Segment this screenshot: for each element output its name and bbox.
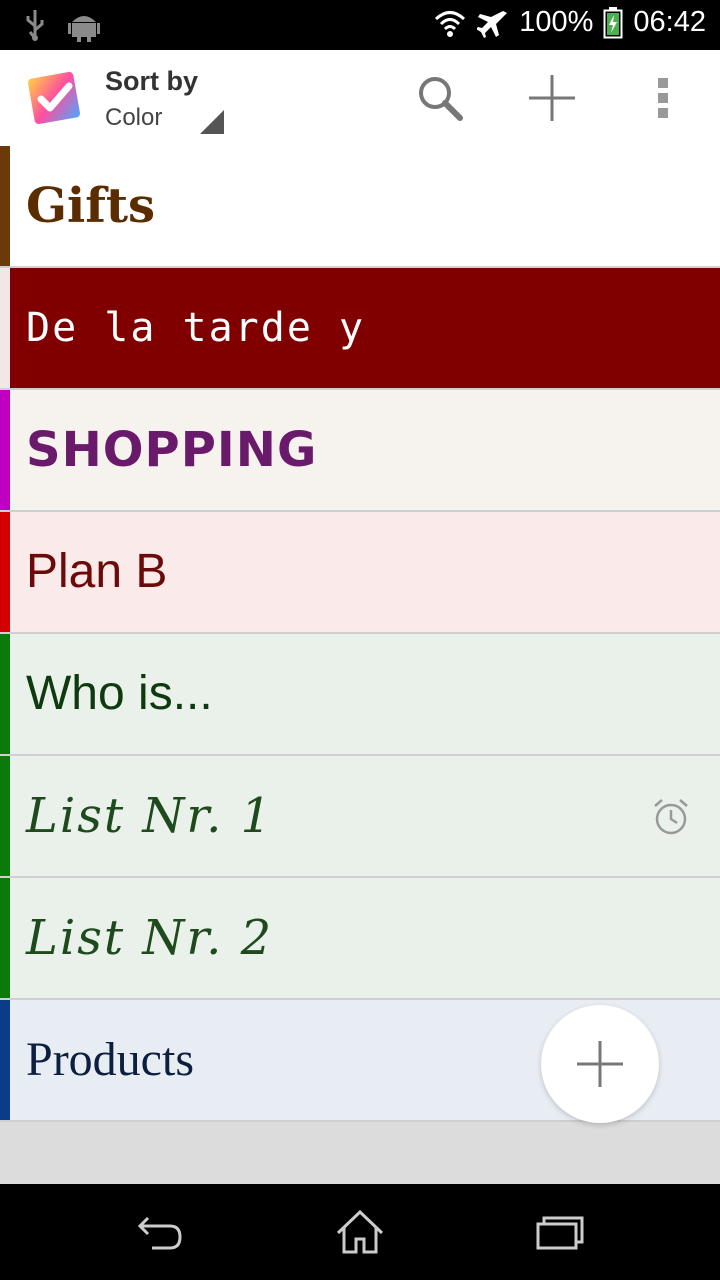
airplane-mode-icon — [477, 10, 508, 38]
app-logo-icon[interactable] — [26, 70, 82, 126]
overflow-menu-button[interactable] — [637, 72, 689, 124]
add-list-fab[interactable] — [541, 1005, 659, 1123]
sort-dropdown-icon[interactable] — [200, 110, 224, 134]
sort-by-label[interactable]: Sort by — [105, 66, 198, 97]
list-color-stripe — [0, 634, 10, 754]
list-row[interactable]: Gifts — [0, 146, 720, 268]
usb-icon — [26, 10, 44, 41]
battery-charging-icon — [603, 6, 623, 38]
list-color-stripe — [0, 146, 10, 266]
lists-container: Gifts De la tarde y SHOPPING Plan B Who is..… — [0, 146, 720, 1122]
list-row[interactable]: Plan B — [0, 512, 720, 634]
android-icon — [68, 16, 100, 42]
list-title: De la tarde y — [26, 305, 366, 351]
add-list-button[interactable] — [526, 72, 578, 124]
list-row[interactable]: List Nr. 1 — [0, 756, 720, 878]
home-icon — [336, 1209, 384, 1254]
recents-icon — [536, 1216, 584, 1250]
list-color-stripe — [0, 878, 10, 998]
list-title: Who is... — [26, 667, 213, 720]
status-bar: 100% 06:42 — [0, 0, 720, 50]
list-color-stripe — [0, 756, 10, 876]
list-row[interactable]: List Nr. 2 — [0, 878, 720, 1000]
app-bar: Sort by Color — [0, 50, 720, 146]
search-button[interactable] — [414, 72, 466, 124]
list-title: SHOPPING — [26, 422, 318, 478]
add-icon — [577, 1041, 623, 1087]
clock: 06:42 — [633, 6, 706, 38]
alarm-clock-icon — [654, 799, 688, 835]
list-title: Gifts — [26, 178, 156, 234]
list-title: Plan B — [26, 545, 168, 598]
home-button[interactable] — [330, 1206, 390, 1258]
sort-by-value[interactable]: Color — [105, 104, 162, 132]
list-color-stripe — [0, 512, 10, 632]
search-icon — [419, 77, 463, 121]
navigation-bar — [0, 1184, 720, 1280]
add-icon — [529, 75, 575, 121]
back-button[interactable] — [130, 1206, 190, 1258]
list-row[interactable]: Who is... — [0, 634, 720, 756]
wifi-icon — [435, 10, 466, 37]
list-color-stripe — [0, 390, 10, 510]
battery-percent: 100% — [519, 6, 594, 38]
recents-button[interactable] — [530, 1206, 590, 1258]
overflow-menu-icon — [658, 78, 668, 118]
list-title: Products — [26, 1033, 194, 1086]
list-color-stripe — [0, 268, 10, 388]
list-row[interactable]: De la tarde y — [0, 268, 720, 390]
list-title: List Nr. 1 — [26, 788, 274, 844]
list-row[interactable]: SHOPPING — [0, 390, 720, 512]
list-title: List Nr. 2 — [26, 910, 274, 966]
list-color-stripe — [0, 1000, 10, 1120]
back-icon — [137, 1216, 182, 1250]
